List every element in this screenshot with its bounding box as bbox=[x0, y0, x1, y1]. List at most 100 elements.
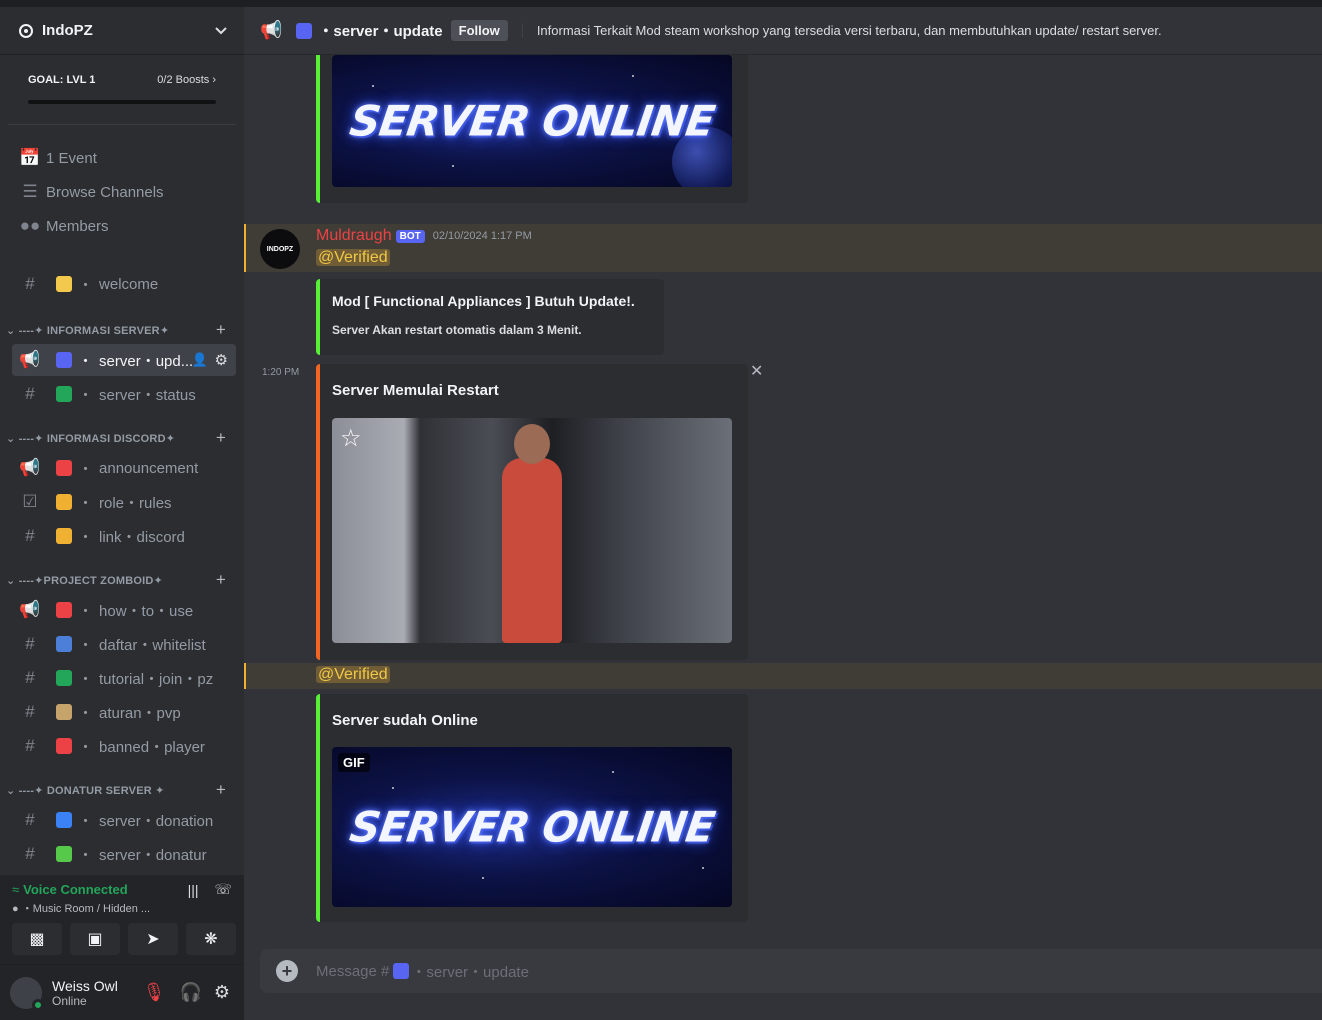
update-emoji-icon bbox=[56, 352, 72, 368]
mention-line: @Verified bbox=[316, 666, 390, 684]
restart-gif[interactable]: ☆ bbox=[332, 418, 732, 643]
online-status-dot bbox=[32, 998, 44, 1011]
channel-tutorial-join[interactable]: # ・ tutorial・join・pz bbox=[12, 662, 236, 694]
rules-icon: ☑ bbox=[22, 492, 38, 511]
follow-button[interactable]: Follow bbox=[450, 20, 508, 41]
embed-title: Server sudah Online bbox=[332, 712, 478, 729]
category-informasi-discord[interactable]: ⌄ ----✦ INFORMASI DISCORD✦ + bbox=[6, 428, 238, 448]
chevron-down-icon[interactable] bbox=[214, 24, 228, 38]
announcement-icon: 📢 bbox=[19, 350, 41, 369]
soundboard-button[interactable]: ❋ bbox=[186, 923, 236, 955]
channel-announcement[interactable]: 📢 ・ announcement bbox=[12, 452, 236, 484]
window-top-strip bbox=[0, 0, 1322, 7]
channel-server-donation[interactable]: # ・ server・donation bbox=[12, 804, 236, 836]
noise-suppression-icon[interactable]: ||| bbox=[188, 882, 199, 898]
server-online-gif[interactable]: SERVER ONLINE bbox=[332, 55, 732, 187]
nav-browse-channels[interactable]: ☰ Browse Channels bbox=[12, 176, 236, 208]
channel-banned-player[interactable]: # ・ banned・player bbox=[12, 730, 236, 762]
user-status: Online bbox=[52, 993, 87, 1008]
embed-server-online: Server sudah Online GIF SERVER ONLINE bbox=[316, 694, 748, 922]
favorite-star-icon[interactable]: ☆ bbox=[340, 424, 362, 453]
add-channel-icon[interactable]: + bbox=[216, 320, 226, 340]
calendar-icon: 📅 bbox=[19, 148, 41, 167]
disconnect-icon[interactable]: ☏ bbox=[214, 881, 232, 898]
add-attachment-icon[interactable]: + bbox=[276, 960, 298, 982]
channel-server-donatur[interactable]: # ・ server・donatur bbox=[12, 838, 236, 870]
embed-update-notice: Mod [ Functional Appliances ] Butuh Upda… bbox=[316, 279, 664, 355]
ticket-emoji-icon bbox=[56, 528, 72, 544]
user-panel: Weiss Owl Online 🎙 🎧 ⚙ bbox=[0, 965, 244, 1020]
voice-panel: ≈ Voice Connected ||| ☏ ● ・Music Room / … bbox=[0, 875, 244, 965]
add-channel-icon[interactable]: + bbox=[216, 428, 226, 448]
channel-header: 📢 ・server・update Follow Informasi Terkai… bbox=[244, 7, 1322, 55]
category-project-zomboid[interactable]: ⌄ ----✦PROJECT ZOMBOID✦ + bbox=[6, 570, 238, 590]
category-donatur-server[interactable]: ⌄ ----✦ DONATUR SERVER ✦ + bbox=[6, 780, 238, 800]
voice-status[interactable]: Voice Connected bbox=[23, 882, 128, 897]
add-channel-icon[interactable]: + bbox=[216, 570, 226, 590]
announcement-icon: 📢 bbox=[19, 600, 41, 619]
screen-share-icon: ▣ bbox=[87, 931, 103, 948]
nav-members[interactable]: ●● Members bbox=[12, 210, 236, 242]
boost-goal[interactable]: GOAL: LVL 1 0/2 Boosts › bbox=[8, 55, 236, 125]
signal-icon: ≈ bbox=[12, 882, 20, 897]
goal-progress-bar bbox=[28, 100, 216, 104]
hashtag-icon: # bbox=[25, 274, 35, 293]
announcement-icon: 📢 bbox=[19, 458, 41, 477]
screen-share-button[interactable]: ▣ bbox=[70, 923, 120, 955]
message-list[interactable]: SERVER ONLINE INDOPZ Muldraugh BOT 02/10… bbox=[244, 55, 1322, 955]
embed-server-online-top: SERVER ONLINE bbox=[316, 55, 748, 203]
embed-description: Server Akan restart otomatis dalam 3 Men… bbox=[332, 323, 582, 337]
channel-server-update[interactable]: 📢 ・ server・upd... 👤 ⚙ bbox=[12, 344, 236, 376]
channel-daftar-whitelist[interactable]: # ・ daftar・whitelist bbox=[12, 628, 236, 660]
invite-icon[interactable]: 👤 bbox=[192, 352, 208, 368]
wave-emoji-icon bbox=[56, 276, 72, 292]
channel-link-discord[interactable]: # ・ link・discord bbox=[12, 520, 236, 552]
voice-room[interactable]: ● ・Music Room / Hidden ... bbox=[12, 900, 150, 916]
nav-events[interactable]: 📅 1 Event bbox=[12, 142, 236, 174]
person-head bbox=[514, 424, 550, 464]
gear-icon[interactable]: ⚙ bbox=[215, 351, 228, 369]
category-informasi-server[interactable]: ⌄ ----✦ INFORMASI SERVER✦ + bbox=[6, 320, 238, 340]
chat-main: 📢 ・server・update Follow Informasi Terkai… bbox=[244, 7, 1322, 1020]
boosts-count: 0/2 Boosts › bbox=[157, 74, 216, 86]
embed-restart: Server Memulai Restart ☆ bbox=[316, 364, 748, 660]
hashtag-icon: # bbox=[25, 810, 35, 829]
rocket-icon: ➤ bbox=[146, 931, 160, 948]
channel-sidebar: IndoPZ GOAL: LVL 1 0/2 Boosts › 📅 1 Even… bbox=[0, 7, 244, 1020]
channel-how-to-use[interactable]: 📢 ・ how・to・use bbox=[12, 594, 236, 626]
verified-mention[interactable]: @Verified bbox=[316, 249, 390, 266]
activity-button[interactable]: ➤ bbox=[128, 923, 178, 955]
hashtag-icon: # bbox=[25, 736, 35, 755]
camera-off-icon: ▩ bbox=[29, 931, 45, 948]
channel-role-rules[interactable]: ☑ ・ role・rules bbox=[12, 486, 236, 518]
camera-off-button[interactable]: ▩ bbox=[12, 923, 62, 955]
server-name: IndoPZ bbox=[42, 22, 93, 39]
card-emoji-icon bbox=[56, 812, 72, 828]
mention-highlight bbox=[244, 663, 1322, 689]
close-icon[interactable]: ✕ bbox=[750, 361, 763, 381]
user-settings-gear-icon[interactable]: ⚙ bbox=[214, 982, 230, 1003]
channel-aturan-pvp[interactable]: # ・ aturan・pvp bbox=[12, 696, 236, 728]
message-composer[interactable]: + Message # ・server・update bbox=[260, 949, 1322, 993]
hashtag-icon: # bbox=[25, 668, 35, 687]
server-header[interactable]: IndoPZ bbox=[0, 7, 244, 55]
channel-topic[interactable]: Informasi Terkait Mod steam workshop yan… bbox=[521, 23, 1162, 38]
channel-server-status[interactable]: # ・ server・status bbox=[12, 378, 236, 410]
announcement-icon: 📢 bbox=[260, 20, 283, 40]
update-emoji-icon bbox=[393, 963, 410, 979]
siren-emoji-icon bbox=[56, 738, 72, 754]
server-online-gif[interactable]: GIF SERVER ONLINE bbox=[332, 747, 732, 907]
author-name[interactable]: Muldraugh bbox=[316, 227, 392, 245]
hashtag-icon: # bbox=[25, 844, 35, 863]
verified-mention[interactable]: @Verified bbox=[316, 666, 390, 683]
add-channel-icon[interactable]: + bbox=[216, 780, 226, 800]
hashtag-icon: # bbox=[25, 702, 35, 721]
mic-muted-icon[interactable]: 🎙 bbox=[143, 982, 166, 1003]
members-icon: ●● bbox=[19, 216, 41, 235]
mention-line: @Verified bbox=[316, 249, 390, 267]
bot-avatar[interactable]: INDOPZ bbox=[260, 229, 300, 269]
headphones-icon[interactable]: 🎧 bbox=[179, 982, 201, 1003]
channel-welcome[interactable]: # ・ welcome bbox=[12, 268, 236, 300]
avatar[interactable] bbox=[10, 976, 44, 1011]
person-emoji-icon bbox=[56, 636, 72, 652]
